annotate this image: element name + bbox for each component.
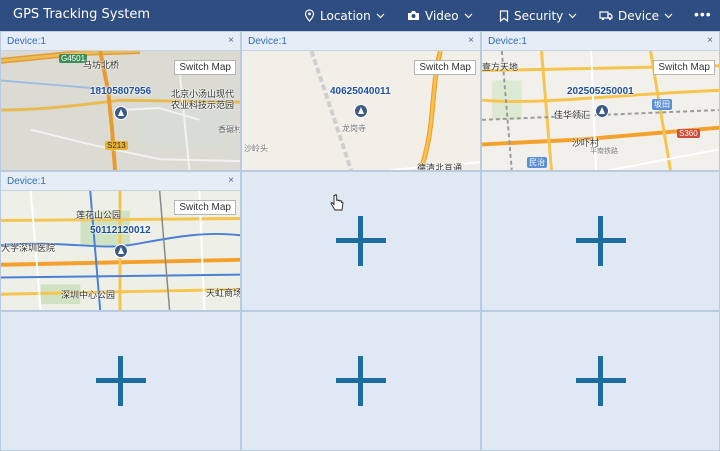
plus-icon	[575, 356, 626, 406]
map-label: 壹方天地	[482, 62, 519, 72]
vehicle-marker-icon[interactable]	[114, 106, 128, 120]
nav-security-label: Security	[514, 8, 564, 23]
chevron-down-icon	[664, 13, 673, 18]
truck-icon	[599, 11, 613, 21]
nav-device[interactable]: Device	[599, 0, 673, 31]
add-channel-slot[interactable]	[0, 311, 241, 451]
nav-video[interactable]: Video	[407, 0, 473, 31]
panel-title: Device:1	[7, 35, 46, 47]
switch-map-button[interactable]: Switch Map	[174, 60, 236, 75]
map-view[interactable]: Switch Map 莲花山公园 50112120012 大学深圳医院 深圳中心…	[1, 191, 240, 310]
panel-title: Device:1	[248, 35, 287, 47]
add-channel-slot[interactable]	[241, 311, 481, 451]
map-label: 沙岭头	[244, 144, 268, 153]
close-icon[interactable]: ×	[468, 35, 474, 46]
device-id-label: 40625040011	[330, 86, 391, 97]
nav-location[interactable]: Location	[304, 0, 385, 31]
map-view[interactable]: G4501 马坊北桥 Switch Map 18105807956 北京小汤山现…	[1, 51, 240, 170]
map-panel-2: Device:1 × Switch Map 40625040011 龙岗寺 沙岭…	[241, 31, 481, 171]
map-label: 香碾村	[218, 125, 240, 134]
location-pin-icon	[304, 9, 315, 22]
vehicle-marker-icon[interactable]	[595, 104, 609, 118]
switch-map-button[interactable]: Switch Map	[414, 60, 476, 75]
map-view[interactable]: 壹方天地 Switch Map 202505250001 佳华领汇 坂田 S36…	[482, 51, 719, 170]
add-channel-slot[interactable]	[481, 311, 720, 451]
nav-video-label: Video	[425, 8, 459, 23]
panel-header: Device:1 ×	[1, 32, 240, 51]
map-label: 德清北亘通	[417, 163, 463, 170]
panel-title: Device:1	[7, 175, 46, 187]
close-icon[interactable]: ×	[228, 35, 234, 46]
panel-header: Device:1 ×	[482, 32, 719, 51]
camera-icon	[408, 11, 419, 20]
chevron-down-icon	[568, 13, 577, 18]
map-label: 平南铁路	[590, 148, 618, 155]
plus-icon	[95, 356, 146, 406]
nav-device-label: Device	[618, 8, 660, 23]
panel-title: Device:1	[488, 35, 527, 47]
plus-icon	[336, 356, 386, 406]
panel-header: Device:1 ×	[242, 32, 480, 51]
map-label: 马坊北桥	[83, 60, 120, 70]
map-label: 大学深圳医院	[1, 243, 56, 253]
map-label: 佳华领汇	[554, 110, 591, 120]
map-label: 天虹商场	[206, 288, 240, 298]
video-grid: Device:1 × G4501 马坊北桥 Switch Map 1810580…	[0, 31, 720, 451]
add-channel-slot[interactable]	[241, 171, 481, 311]
map-label: 坂田	[652, 99, 672, 110]
chevron-down-icon	[464, 13, 473, 18]
chevron-down-icon	[376, 13, 385, 18]
close-icon[interactable]: ×	[707, 35, 713, 46]
vehicle-marker-icon[interactable]	[354, 104, 368, 118]
app-title: GPS Tracking System	[13, 7, 151, 22]
map-label: 农业科技示范园	[171, 100, 235, 110]
bookmark-icon	[499, 9, 509, 22]
add-channel-slot[interactable]	[481, 171, 720, 311]
vehicle-marker-icon[interactable]	[114, 244, 128, 258]
map-panel-4: Device:1 × Switch Map 莲花山公园 50112120012 …	[0, 171, 241, 311]
device-id-label: 18105807956	[90, 86, 152, 97]
switch-map-button[interactable]: Switch Map	[174, 200, 236, 215]
plus-icon	[575, 216, 626, 266]
map-view[interactable]: Switch Map 40625040011 龙岗寺 沙岭头 德清北亘通	[242, 51, 480, 170]
top-bar: GPS Tracking System Location Video Secur…	[0, 0, 720, 31]
nav-security[interactable]: Security	[499, 0, 577, 31]
map-panel-3: Device:1 × 壹方天地 Switch Map 202505250001	[481, 31, 720, 171]
map-label: 莲花山公园	[76, 210, 122, 220]
road-sign: S360	[677, 129, 700, 138]
plus-icon	[336, 216, 386, 266]
switch-map-button[interactable]: Switch Map	[653, 60, 715, 75]
more-menu-button[interactable]: •••	[694, 6, 712, 22]
map-label: 民治	[527, 157, 547, 168]
map-label: 深圳中心公园	[61, 290, 116, 300]
close-icon[interactable]: ×	[228, 175, 234, 186]
map-panel-1: Device:1 × G4501 马坊北桥 Switch Map 1810580…	[0, 31, 241, 171]
nav-location-label: Location	[320, 8, 371, 23]
device-id-label: 50112120012	[90, 225, 151, 236]
panel-header: Device:1 ×	[1, 172, 240, 191]
road-sign: S213	[105, 141, 128, 150]
hand-cursor-icon	[330, 194, 344, 211]
device-id-label: 202505250001	[567, 86, 634, 97]
map-label: 龙岗寺	[342, 124, 366, 133]
